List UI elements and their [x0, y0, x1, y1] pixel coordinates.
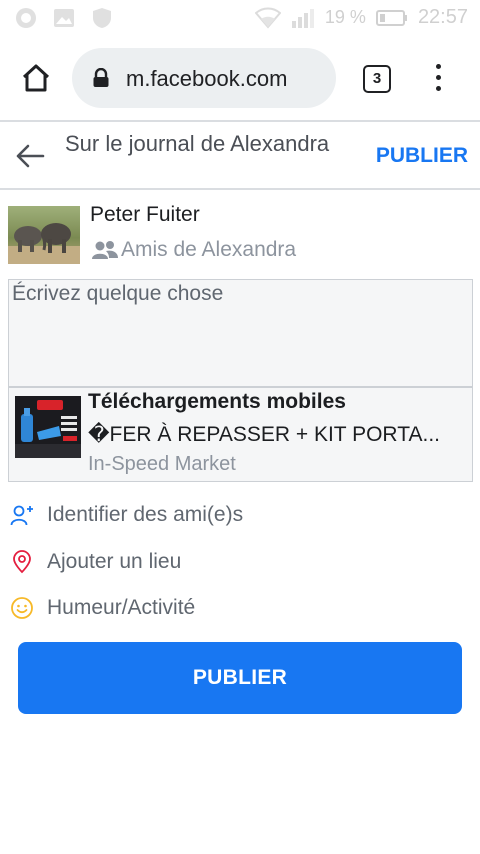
- status-bar: 19 % 22:57: [0, 0, 480, 36]
- app-notification-icon: [16, 8, 36, 28]
- battery-icon: [375, 9, 407, 26]
- post-placeholder: Écrivez quelque chose: [12, 282, 224, 305]
- shield-notification-icon: [93, 8, 111, 28]
- author-name: Peter Fuiter: [90, 203, 200, 226]
- post-text-input[interactable]: Écrivez quelque chose: [8, 279, 473, 387]
- clock: 22:57: [417, 6, 468, 28]
- browser-menu-icon[interactable]: [428, 64, 448, 94]
- composer-title: Sur le journal de Alexandra: [65, 131, 330, 156]
- lock-icon: [93, 68, 109, 87]
- composer-header: Sur le journal de Alexandra PUBLIER: [0, 120, 480, 190]
- feeling-activity-action[interactable]: Humeur/Activité: [10, 592, 195, 624]
- friends-icon: [92, 241, 118, 259]
- back-arrow-icon[interactable]: [14, 142, 46, 170]
- link-description: �FER À REPASSER + KIT PORTA...: [88, 423, 440, 446]
- tab-switcher-button[interactable]: 3: [363, 65, 391, 93]
- address-bar[interactable]: m.facebook.com: [72, 48, 336, 108]
- avatar: [8, 206, 80, 264]
- tag-friends-icon: [10, 505, 33, 526]
- link-source: In-Speed Market: [88, 453, 236, 475]
- wifi-icon: [254, 7, 281, 29]
- home-icon[interactable]: [20, 62, 52, 94]
- status-notifications: [14, 6, 114, 30]
- url-text: m.facebook.com: [126, 66, 288, 91]
- feeling-activity-label: Humeur/Activité: [47, 596, 196, 619]
- battery-percent: 19 %: [324, 7, 366, 27]
- audience-selector[interactable]: Amis de Alexandra: [92, 238, 296, 262]
- shared-link-preview[interactable]: Téléchargements mobiles �FER À REPASSER …: [8, 387, 473, 482]
- browser-toolbar: m.facebook.com 3: [0, 36, 480, 120]
- signal-icon: [291, 8, 314, 28]
- location-pin-icon: [13, 550, 31, 574]
- smiley-icon: [11, 597, 33, 619]
- link-title: Téléchargements mobiles: [88, 390, 346, 413]
- audience-label: Amis de Alexandra: [121, 238, 297, 261]
- link-thumbnail: [15, 396, 81, 458]
- publish-button[interactable]: PUBLIER: [18, 642, 462, 714]
- tag-friends-label: Identifier des ami(e)s: [47, 503, 244, 526]
- status-system: 19 % 22:57: [254, 6, 468, 29]
- image-notification-icon: [54, 9, 74, 27]
- add-location-label: Ajouter un lieu: [47, 550, 182, 573]
- tag-friends-action[interactable]: Identifier des ami(e)s: [10, 499, 243, 531]
- add-location-action[interactable]: Ajouter un lieu: [10, 546, 181, 578]
- publish-header-button[interactable]: PUBLIER: [376, 144, 468, 168]
